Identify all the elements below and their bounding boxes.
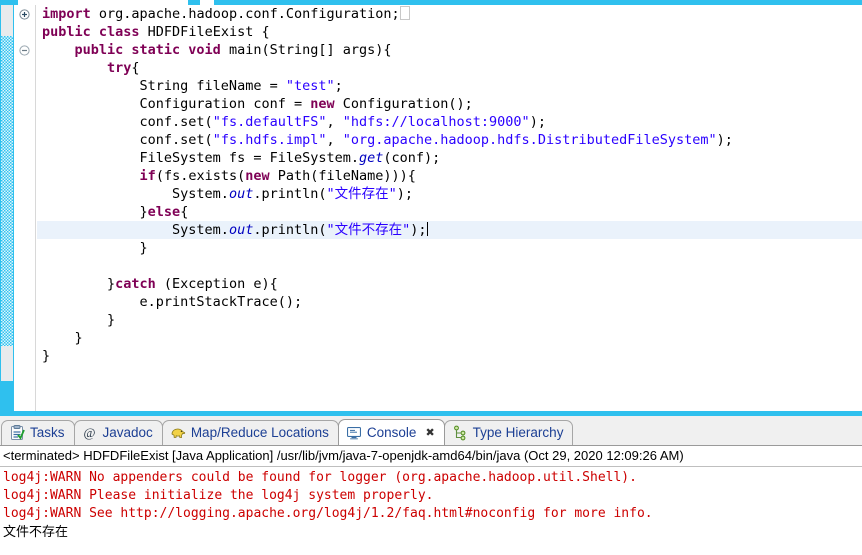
code-line[interactable]: Configuration conf = new Configuration()…	[37, 95, 862, 113]
javadoc-at-icon: @	[83, 425, 96, 440]
code-line[interactable]: }else{	[37, 203, 862, 221]
code-editor-area: import org.apache.hadoop.conf.Configurat…	[0, 0, 862, 416]
fold-collapse-icon[interactable]	[19, 45, 30, 56]
annotation-ruler[interactable]	[0, 5, 14, 411]
code-line[interactable]: try{	[37, 59, 862, 77]
console-line-stdout: 文件不存在	[3, 524, 69, 539]
code-line[interactable]: String fileName = "test";	[37, 77, 862, 95]
console-launch-header: <terminated> HDFDFileExist [Java Applica…	[0, 446, 862, 467]
tab-label: Javadoc	[102, 425, 153, 441]
code-line[interactable]	[37, 257, 862, 275]
tab-close-icon[interactable]: ✖	[425, 426, 434, 439]
code-line[interactable]: public static void main(String[] args){	[37, 41, 862, 59]
tab-console[interactable]: Console ✖	[337, 419, 445, 445]
code-line[interactable]: import org.apache.hadoop.conf.Configurat…	[37, 5, 862, 23]
code-line[interactable]: }	[37, 311, 862, 329]
tab-map-reduce-locations[interactable]: Map/Reduce Locations	[161, 420, 339, 445]
code-line[interactable]: if(fs.exists(new Path(fileName))){	[37, 167, 862, 185]
console-line-error: log4j:WARN Please initialize the log4j s…	[3, 488, 434, 503]
code-line[interactable]: }	[37, 329, 862, 347]
console-view: <terminated> HDFDFileExist [Java Applica…	[0, 445, 862, 555]
code-line[interactable]: conf.set("fs.defaultFS", "hdfs://localho…	[37, 113, 862, 131]
annotation-ruler-change-hatch	[1, 36, 13, 346]
type-hierarchy-icon	[452, 425, 468, 441]
code-line-current[interactable]: System.out.println("文件不存在");	[37, 221, 862, 239]
view-tab-bar: Tasks @ Javadoc Map/Reduce Locations Console…	[0, 416, 862, 445]
tasks-icon	[9, 425, 25, 441]
tab-label: Type Hierarchy	[472, 425, 564, 441]
fold-expand-icon[interactable]	[19, 9, 30, 20]
code-line[interactable]: System.out.println("文件存在");	[37, 185, 862, 203]
console-line-error: log4j:WARN No appenders could be found f…	[3, 470, 637, 485]
tab-javadoc[interactable]: @ Javadoc	[73, 420, 163, 445]
tab-label: Console	[366, 424, 417, 440]
eclipse-ide-window: import org.apache.hadoop.conf.Configurat…	[0, 0, 862, 555]
bottom-view-stack: Tasks @ Javadoc Map/Reduce Locations Console…	[0, 416, 862, 555]
tab-label: Map/Reduce Locations	[190, 425, 329, 441]
tab-tasks[interactable]: Tasks	[1, 420, 75, 445]
code-line[interactable]: }	[37, 239, 862, 257]
code-line[interactable]: }catch (Exception e){	[37, 275, 862, 293]
tab-type-hierarchy[interactable]: Type Hierarchy	[443, 420, 574, 445]
console-output[interactable]: log4j:WARN No appenders could be found f…	[0, 467, 862, 541]
elephant-icon	[170, 425, 186, 441]
console-icon	[346, 425, 362, 441]
tab-label: Tasks	[30, 425, 65, 441]
annotation-ruler-top-segment	[1, 5, 13, 36]
folding-gutter[interactable]	[14, 5, 36, 411]
code-text-canvas[interactable]: import org.apache.hadoop.conf.Configurat…	[37, 5, 862, 411]
code-line[interactable]: conf.set("fs.hdfs.impl", "org.apache.had…	[37, 131, 862, 149]
code-line[interactable]: FileSystem fs = FileSystem.get(conf);	[37, 149, 862, 167]
code-line[interactable]: public class HDFDFileExist {	[37, 23, 862, 41]
code-line[interactable]: }	[37, 347, 862, 365]
console-line-error: log4j:WARN See http://logging.apache.org…	[3, 506, 653, 521]
annotation-ruler-bottom-segment	[1, 346, 13, 381]
code-line[interactable]: e.printStackTrace();	[37, 293, 862, 311]
